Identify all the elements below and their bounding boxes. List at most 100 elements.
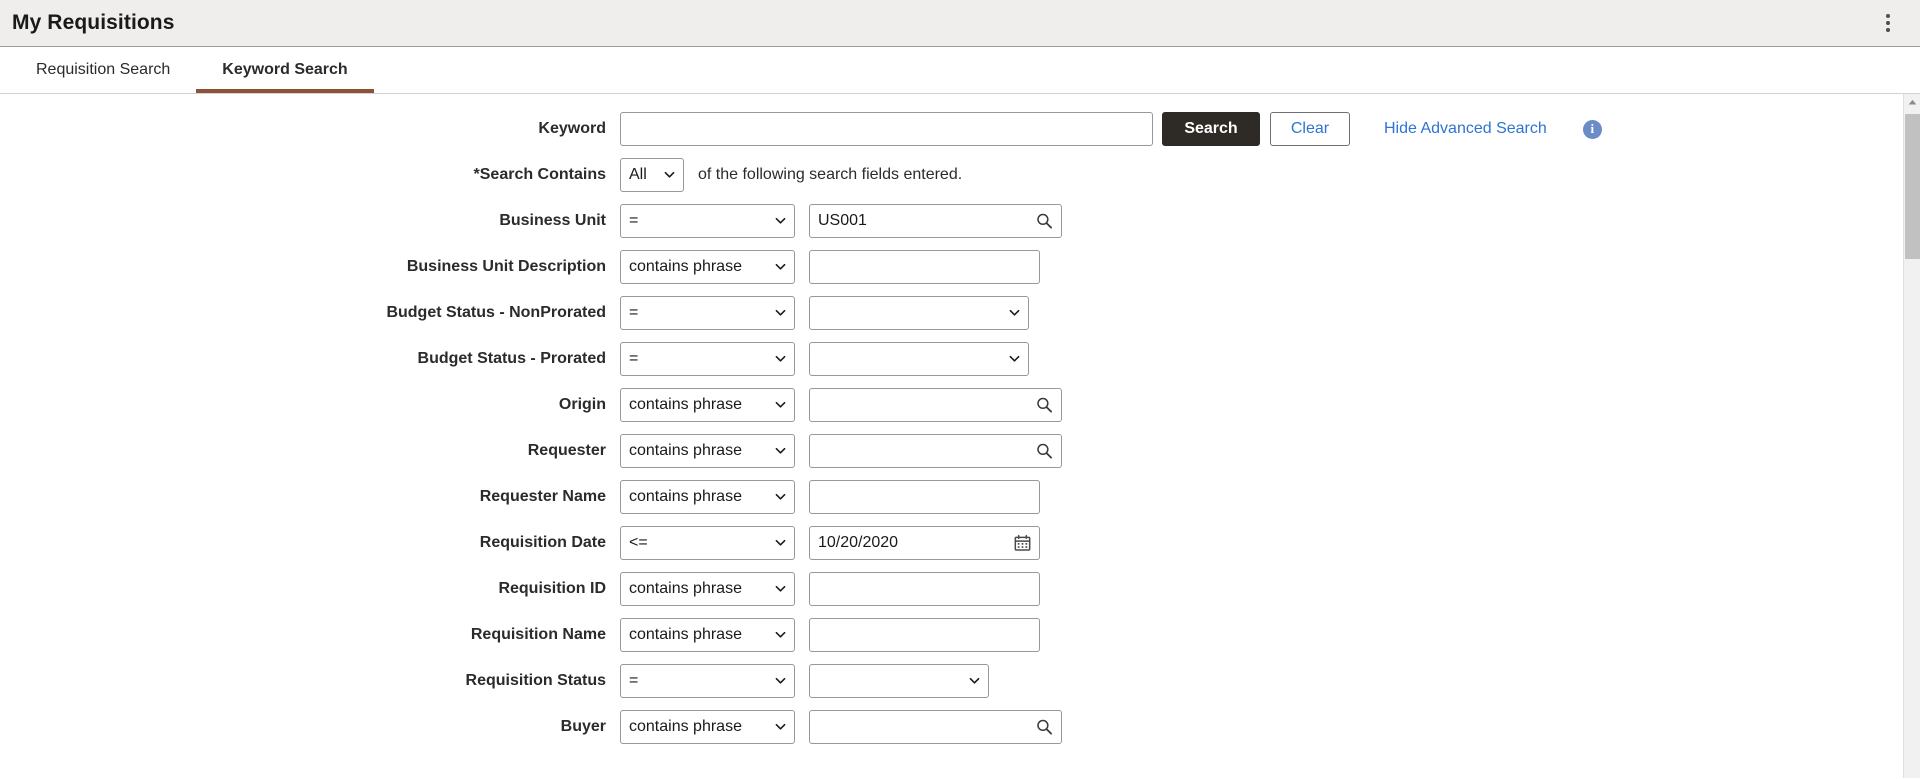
- buyer-operator-value: contains phrase: [629, 718, 742, 735]
- requisition-name-operator-select[interactable]: contains phrase: [620, 618, 795, 652]
- budget-status-prorated-operator-select[interactable]: =: [620, 342, 795, 376]
- origin-operator-value: contains phrase: [629, 396, 742, 413]
- origin-controls: contains phrase: [620, 388, 1062, 422]
- business-unit-field-wrap: [809, 204, 1062, 238]
- chevron-down-icon: [775, 675, 786, 686]
- budget-status-prorated-value-select[interactable]: [809, 342, 1029, 376]
- content-region: Keyword Search Clear Hide Advanced Searc…: [0, 94, 1920, 778]
- requisition-id-input[interactable]: [809, 572, 1040, 606]
- field-rows-container: Business Unit = Business Unit Description c…: [0, 198, 1920, 750]
- budget-status-nonprorated-controls: =: [620, 296, 1029, 330]
- form-row-origin: Origin contains phrase: [0, 382, 1920, 428]
- scrollbar-thumb[interactable]: [1905, 114, 1920, 259]
- business-unit-description-label: Business Unit Description: [406, 258, 606, 275]
- kebab-dot: [1886, 28, 1890, 32]
- search-contains-value: All: [629, 166, 647, 183]
- info-icon[interactable]: i: [1582, 119, 1602, 139]
- business-unit-description-operator-value: contains phrase: [629, 258, 742, 275]
- business-unit-description-input[interactable]: [809, 250, 1040, 284]
- chevron-down-icon: [1009, 353, 1020, 364]
- requester-name-controls: contains phrase: [620, 480, 1040, 514]
- chevron-down-icon: [775, 353, 786, 364]
- origin-input[interactable]: [809, 388, 1062, 422]
- requester-label: Requester: [527, 442, 606, 459]
- budget-status-nonprorated-operator-select[interactable]: =: [620, 296, 795, 330]
- clear-button[interactable]: Clear: [1270, 112, 1350, 146]
- requester-controls: contains phrase: [620, 434, 1062, 468]
- requisition-id-operator-value: contains phrase: [629, 580, 742, 597]
- form-row-requester-name: Requester Name contains phrase: [0, 474, 1920, 520]
- requester-input[interactable]: [809, 434, 1062, 468]
- chevron-down-icon: [775, 261, 786, 272]
- search-contains-label: *Search Contains: [473, 166, 606, 183]
- form-row-business-unit: Business Unit =: [0, 198, 1920, 244]
- form-row-business-unit-description: Business Unit Description contains phrase: [0, 244, 1920, 290]
- budget-status-nonprorated-label: Budget Status - NonProrated: [386, 304, 606, 321]
- keyword-input[interactable]: [620, 112, 1153, 146]
- budget-status-nonprorated-operator-value: =: [629, 304, 639, 321]
- origin-label: Origin: [558, 396, 606, 413]
- buyer-input[interactable]: [809, 710, 1062, 744]
- kebab-menu-icon[interactable]: [1878, 12, 1898, 34]
- business-unit-description-controls: contains phrase: [620, 250, 1040, 284]
- form-row-requisition-name: Requisition Name contains phrase: [0, 612, 1920, 658]
- chevron-down-icon: [775, 629, 786, 640]
- search-icon[interactable]: [1036, 719, 1053, 736]
- form-row-budget-status-prorated: Budget Status - Prorated =: [0, 336, 1920, 382]
- requester-operator-select[interactable]: contains phrase: [620, 434, 795, 468]
- calendar-icon[interactable]: [1014, 534, 1031, 552]
- requester-name-label: Requester Name: [479, 488, 606, 505]
- tab-label: Keyword Search: [222, 61, 348, 78]
- form-row-requisition-status: Requisition Status =: [0, 658, 1920, 704]
- requisition-date-operator-value: <=: [629, 534, 648, 551]
- search-contains-controls: All of the following search fields enter…: [620, 158, 962, 192]
- chevron-down-icon: [775, 399, 786, 410]
- requisition-id-label: Requisition ID: [498, 580, 606, 597]
- business-unit-operator-select[interactable]: =: [620, 204, 795, 238]
- form-row-keyword: Keyword Search Clear Hide Advanced Searc…: [0, 106, 1920, 152]
- business-unit-operator-value: =: [629, 212, 639, 229]
- requisition-id-field-wrap: [809, 572, 1040, 606]
- keyword-search-form: Keyword Search Clear Hide Advanced Searc…: [0, 94, 1920, 750]
- scroll-up-arrow-icon[interactable]: [1904, 94, 1920, 111]
- form-row-requester: Requester contains phrase: [0, 428, 1920, 474]
- requester-name-operator-select[interactable]: contains phrase: [620, 480, 795, 514]
- chevron-down-icon: [775, 445, 786, 456]
- form-row-search-contains: *Search Contains All of the following se…: [0, 152, 1920, 198]
- search-icon[interactable]: [1036, 213, 1053, 230]
- search-contains-select[interactable]: All: [620, 158, 684, 192]
- search-button[interactable]: Search: [1162, 112, 1260, 146]
- vertical-scrollbar[interactable]: [1903, 94, 1920, 778]
- business-unit-input[interactable]: [809, 204, 1062, 238]
- requisition-name-label: Requisition Name: [470, 626, 606, 643]
- requisition-id-operator-select[interactable]: contains phrase: [620, 572, 795, 606]
- tab-keyword-search[interactable]: Keyword Search: [196, 47, 375, 93]
- requisition-name-controls: contains phrase: [620, 618, 1040, 652]
- search-icon[interactable]: [1036, 397, 1053, 414]
- business-unit-description-operator-select[interactable]: contains phrase: [620, 250, 795, 284]
- budget-status-nonprorated-value-select[interactable]: [809, 296, 1029, 330]
- requisition-date-input[interactable]: [809, 526, 1040, 560]
- search-icon[interactable]: [1036, 443, 1053, 460]
- requisition-status-value-select[interactable]: [809, 664, 989, 698]
- requisition-date-controls: <=: [620, 526, 1040, 560]
- chevron-down-icon: [775, 491, 786, 502]
- requester-name-input[interactable]: [809, 480, 1040, 514]
- requisition-status-operator-value: =: [629, 672, 639, 689]
- buyer-controls: contains phrase: [620, 710, 1062, 744]
- budget-status-prorated-label: Budget Status - Prorated: [417, 350, 606, 367]
- chevron-down-icon: [775, 721, 786, 732]
- buyer-operator-select[interactable]: contains phrase: [620, 710, 795, 744]
- requisition-date-operator-select[interactable]: <=: [620, 526, 795, 560]
- hide-advanced-search-link[interactable]: Hide Advanced Search: [1384, 120, 1547, 138]
- requisition-status-operator-select[interactable]: =: [620, 664, 795, 698]
- requisition-name-input[interactable]: [809, 618, 1040, 652]
- form-row-requisition-date: Requisition Date <=: [0, 520, 1920, 566]
- requester-name-field-wrap: [809, 480, 1040, 514]
- requisition-date-field-wrap: [809, 526, 1040, 560]
- requisition-id-controls: contains phrase: [620, 572, 1040, 606]
- tab-requisition-search[interactable]: Requisition Search: [10, 47, 196, 93]
- origin-operator-select[interactable]: contains phrase: [620, 388, 795, 422]
- chevron-down-icon: [969, 675, 980, 686]
- buyer-field-wrap: [809, 710, 1062, 744]
